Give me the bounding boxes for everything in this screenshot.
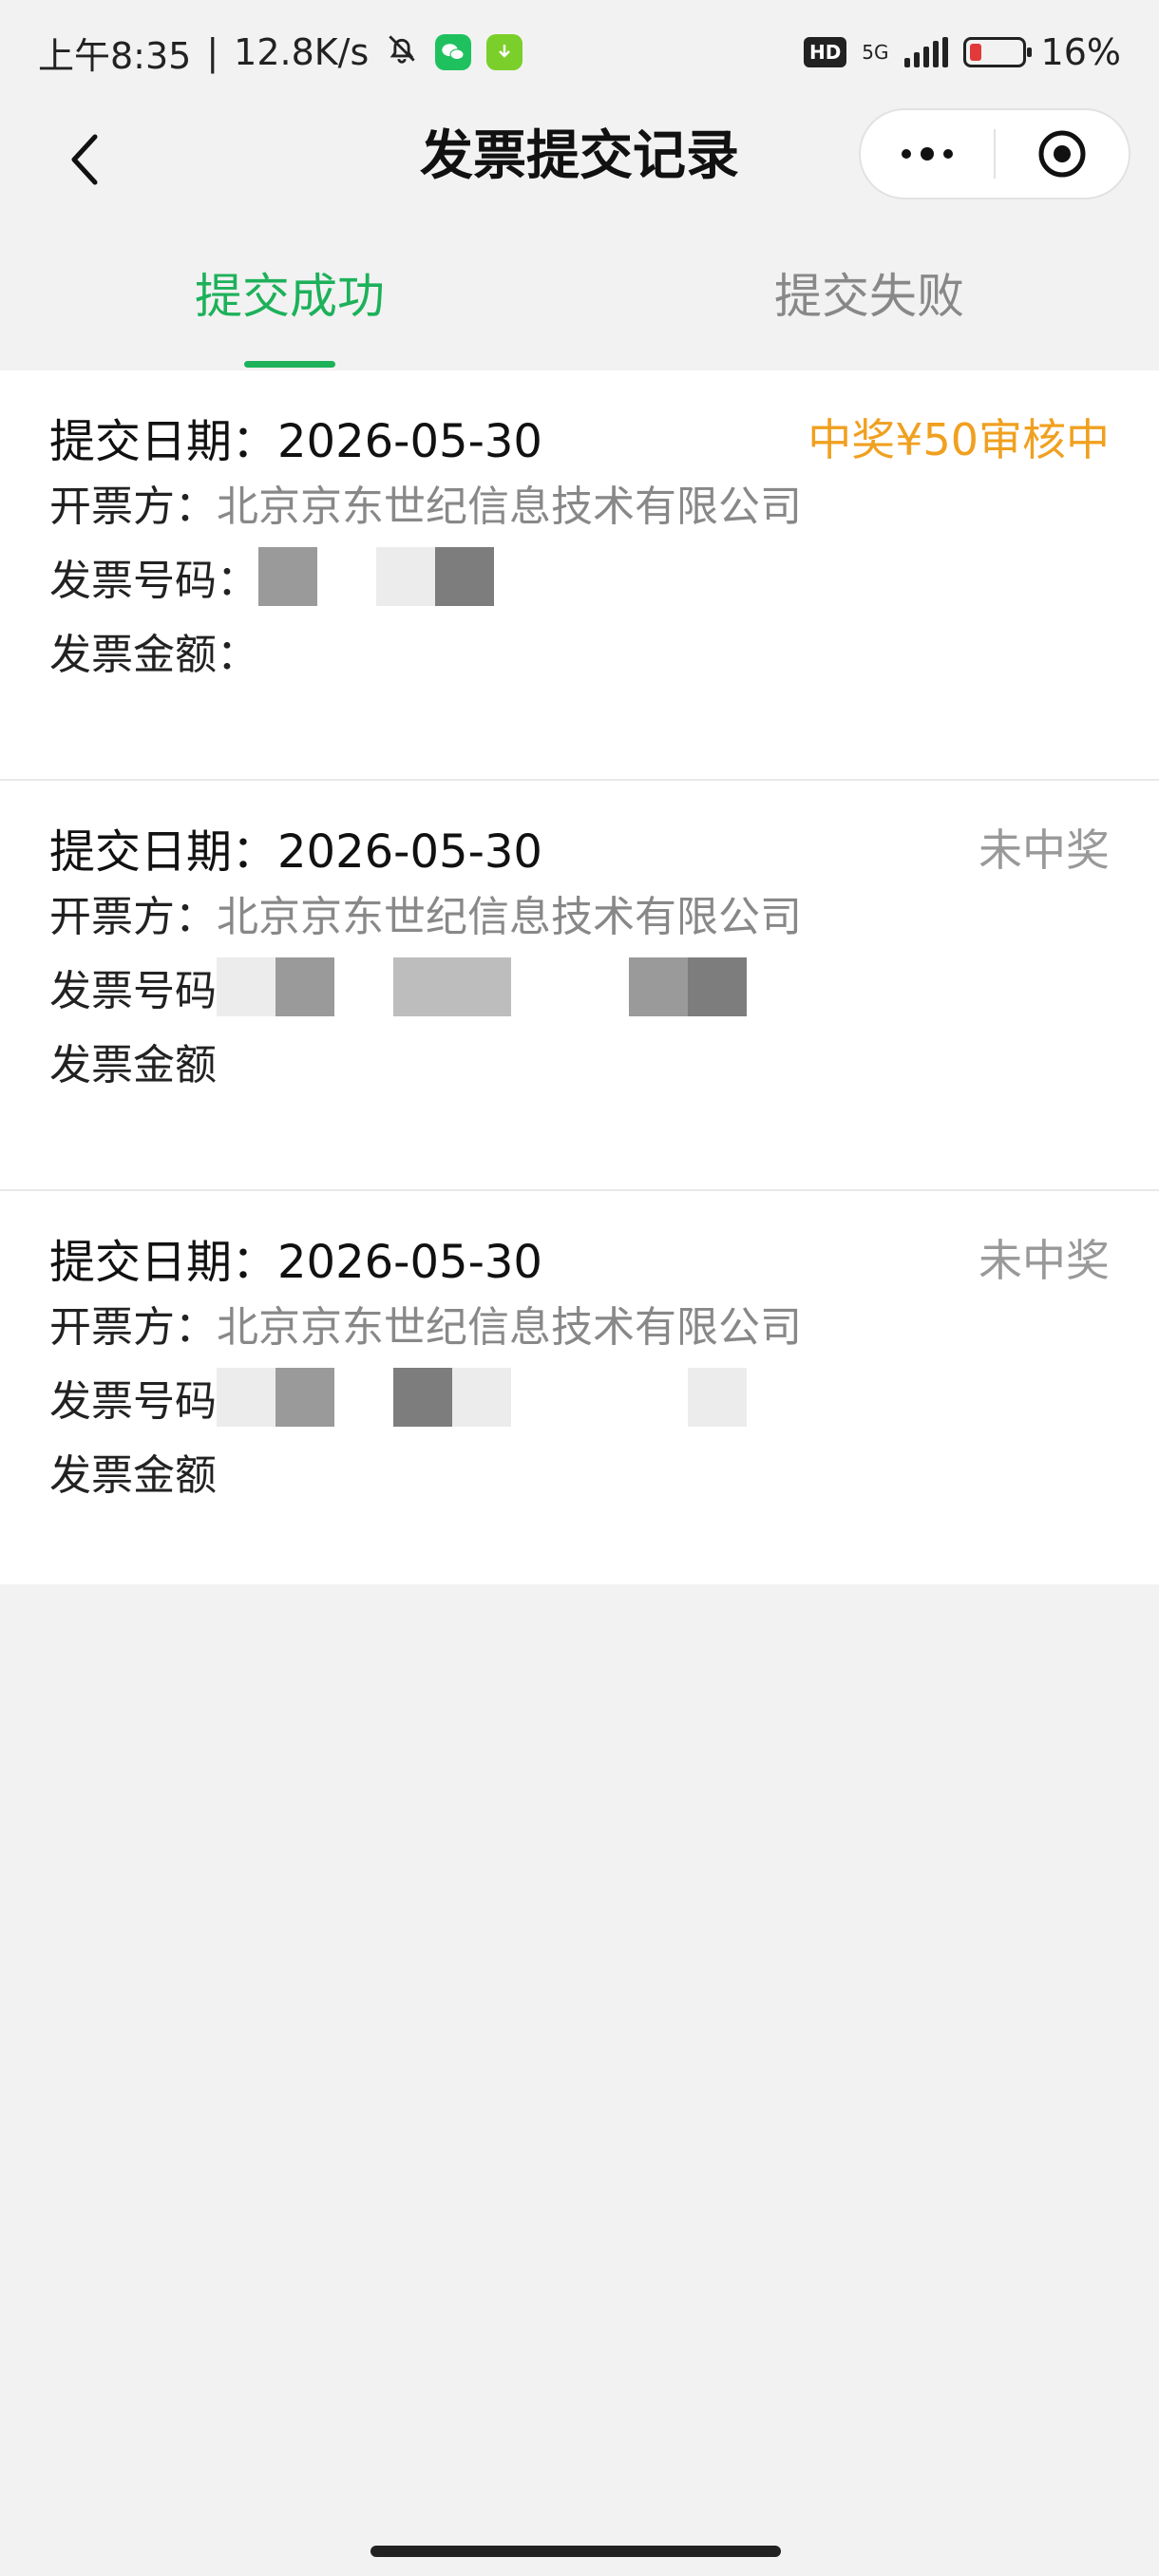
status-badge: 中奖¥50审核中 — [808, 414, 1110, 465]
more-button[interactable] — [861, 110, 994, 198]
tab-failed[interactable]: 提交失败 — [580, 218, 1159, 370]
issuer-row: 开票方： 北京京东世纪信息技术有限公司 — [49, 1286, 1110, 1360]
submit-date: 提交日期：2026-05-30 — [49, 415, 542, 468]
invoice-number-label: 发票号码 — [49, 967, 217, 1015]
invoice-amount-label: 发票金额 — [49, 1041, 217, 1089]
issuer-value: 北京京东世纪信息技术有限公司 — [217, 1303, 802, 1352]
network-type: 5G — [862, 41, 889, 64]
miniprogram-capsule — [859, 108, 1130, 199]
tab-success[interactable]: 提交成功 — [0, 218, 580, 370]
record-item[interactable]: 提交日期：2026-05-30 未中奖 开票方： 北京京东世纪信息技术有限公司 … — [0, 1191, 1159, 1584]
status-right: HD 5G 16% — [803, 31, 1121, 73]
invoice-amount-row: 发票金额 — [49, 1024, 1110, 1098]
invoice-amount-label: 发票金额： — [49, 631, 258, 679]
battery-level: 16% — [1040, 31, 1121, 73]
more-dots-icon — [902, 147, 953, 161]
issuer-value: 北京京东世纪信息技术有限公司 — [217, 893, 802, 941]
record-item[interactable]: 提交日期：2026-05-30 未中奖 开票方： 北京京东世纪信息技术有限公司 … — [0, 781, 1159, 1191]
invoice-number-row: 发票号码： — [49, 540, 1110, 614]
submit-date: 提交日期：2026-05-30 — [49, 1236, 542, 1289]
network-speed: 12.8K/s — [234, 31, 370, 73]
clock: 上午8:35 — [38, 34, 192, 77]
issuer-row: 开票方： 北京京东世纪信息技术有限公司 — [49, 465, 1110, 540]
record-header: 提交日期：2026-05-30 未中奖 — [49, 819, 1110, 879]
masked-invoice-number — [258, 547, 671, 606]
screen: 上午8:35 | 12.8K/s HD 5G 16% 发票提交记录 提交成功 提… — [0, 0, 1159, 2576]
status-badge: 未中奖 — [978, 824, 1110, 876]
masked-invoice-number — [217, 957, 747, 1016]
issuer-label: 开票方： — [49, 483, 217, 531]
tab-label: 提交失败 — [774, 269, 964, 324]
signal-icon — [903, 37, 948, 67]
hd-badge: HD — [803, 37, 847, 67]
nav-header: 发票提交记录 — [0, 104, 1159, 209]
status-badge: 未中奖 — [978, 1235, 1110, 1286]
tab-bar: 提交成功 提交失败 — [0, 218, 1159, 370]
battery-icon — [962, 37, 1032, 67]
invoice-amount-row: 发票金额： — [49, 614, 1110, 688]
close-miniprogram-button[interactable] — [996, 110, 1129, 198]
home-indicator[interactable] — [370, 2546, 781, 2557]
wechat-icon — [435, 34, 472, 70]
record-header: 提交日期：2026-05-30 中奖¥50审核中 — [49, 408, 1110, 468]
invoice-number-row: 发票号码 — [49, 950, 1110, 1024]
record-header: 提交日期：2026-05-30 未中奖 — [49, 1229, 1110, 1289]
issuer-row: 开票方： 北京京东世纪信息技术有限公司 — [49, 876, 1110, 950]
separator: | — [206, 31, 219, 73]
issuer-label: 开票方： — [49, 893, 217, 941]
status-bar: 上午8:35 | 12.8K/s HD 5G 16% — [0, 0, 1159, 104]
invoice-number-label: 发票号码： — [49, 557, 258, 605]
mute-bell-icon — [384, 30, 420, 75]
tab-indicator — [244, 361, 335, 368]
tab-label: 提交成功 — [195, 269, 385, 324]
invoice-amount-row: 发票金额 — [49, 1434, 1110, 1508]
masked-invoice-number — [217, 1368, 747, 1427]
invoice-number-row: 发票号码 — [49, 1360, 1110, 1434]
submit-date: 提交日期：2026-05-30 — [49, 825, 542, 879]
issuer-value: 北京京东世纪信息技术有限公司 — [217, 483, 802, 531]
status-left: 上午8:35 | 12.8K/s — [38, 27, 523, 79]
invoice-amount-label: 发票金额 — [49, 1451, 217, 1500]
record-item[interactable]: 提交日期：2026-05-30 中奖¥50审核中 开票方： 北京京东世纪信息技术… — [0, 370, 1159, 781]
target-circle-icon — [1038, 130, 1086, 178]
record-list: 提交日期：2026-05-30 中奖¥50审核中 开票方： 北京京东世纪信息技术… — [0, 370, 1159, 1584]
download-icon — [486, 34, 523, 70]
issuer-label: 开票方： — [49, 1303, 217, 1352]
invoice-number-label: 发票号码 — [49, 1377, 217, 1426]
